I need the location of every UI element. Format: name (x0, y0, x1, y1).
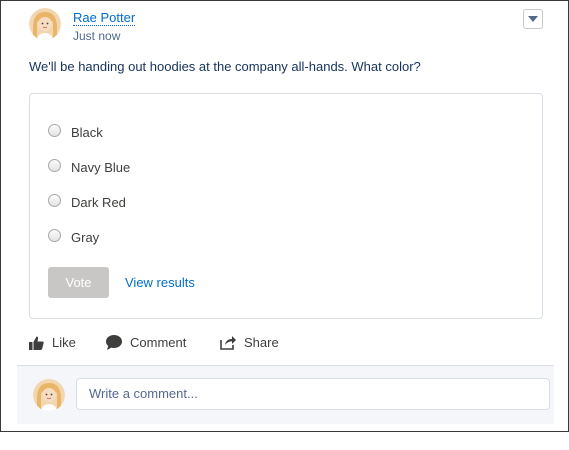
feed-post-card: Rae Potter Just now We'll be handing out… (0, 0, 569, 432)
radio-button[interactable] (48, 193, 61, 207)
chevron-down-icon (528, 16, 538, 22)
poll-container: Black Navy Blue Dark Red Gray Vote View … (29, 93, 543, 319)
like-button[interactable]: Like (29, 335, 76, 350)
poll-option-navy-blue[interactable]: Navy Blue (48, 158, 130, 176)
radio-button[interactable] (48, 158, 61, 172)
poll-option-dark-red[interactable]: Dark Red (48, 193, 126, 211)
comment-bar: Write a comment... (17, 365, 554, 424)
poll-option-label: Gray (71, 229, 100, 245)
share-icon (220, 336, 236, 350)
radio-button[interactable] (48, 228, 61, 242)
post-question: We'll be handing out hoodies at the comp… (29, 59, 421, 74)
vote-button[interactable]: Vote (48, 267, 109, 298)
comment-label: Comment (130, 335, 187, 350)
poll-option-label: Black (71, 124, 103, 140)
poll-option-label: Dark Red (71, 194, 126, 210)
share-label: Share (244, 335, 279, 350)
radio-button[interactable] (48, 123, 61, 137)
view-results-link[interactable]: View results (125, 275, 195, 290)
post-timestamp: Just now (73, 29, 121, 43)
poll-option-label: Navy Blue (71, 159, 131, 175)
author-avatar[interactable] (29, 8, 61, 40)
poll-option-gray[interactable]: Gray (48, 228, 99, 246)
comment-input[interactable]: Write a comment... (76, 378, 550, 410)
thumbs-up-icon (29, 336, 44, 350)
share-button[interactable]: Share (220, 335, 279, 350)
speech-bubble-icon (106, 335, 122, 350)
author-name-link[interactable]: Rae Potter (73, 10, 136, 26)
comment-button[interactable]: Comment (106, 335, 186, 350)
poll-option-black[interactable]: Black (48, 123, 103, 141)
post-menu-button[interactable] (523, 9, 543, 29)
current-user-avatar (33, 379, 65, 411)
like-label: Like (52, 335, 76, 350)
